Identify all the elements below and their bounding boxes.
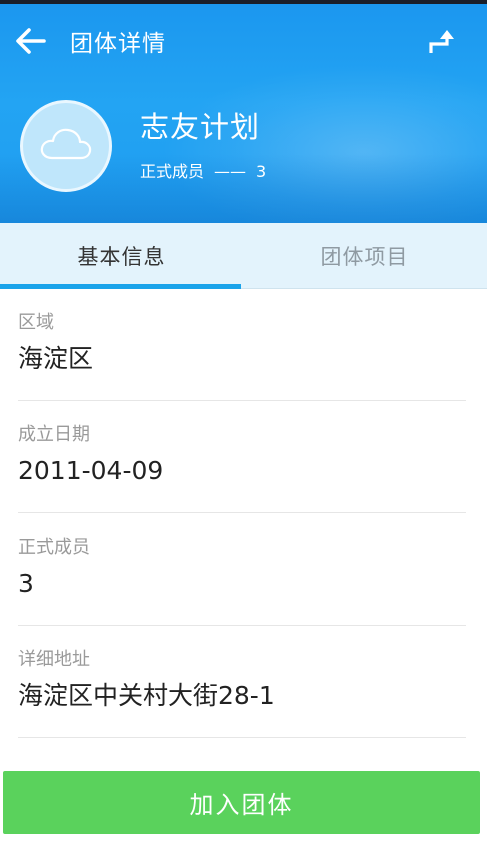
info-label: 详细地址 bbox=[18, 649, 90, 670]
group-header: 团体详情 志友计划 正式成员 —— 3 bbox=[0, 4, 487, 223]
back-button[interactable] bbox=[8, 24, 52, 62]
info-row-region: 区域 海淀区 bbox=[18, 289, 466, 401]
info-value: 海淀区中关村大街28-1 bbox=[18, 681, 275, 710]
member-summary-count: 3 bbox=[256, 162, 267, 181]
join-group-button[interactable]: 加入团体 bbox=[3, 771, 480, 834]
info-value: 海淀区 bbox=[18, 344, 94, 373]
info-value: 3 bbox=[18, 569, 34, 598]
group-name: 志友计划 bbox=[140, 110, 261, 144]
share-arrow-icon bbox=[427, 27, 457, 61]
tab-basic-info[interactable]: 基本信息 bbox=[0, 223, 243, 289]
group-avatar bbox=[20, 100, 112, 192]
member-summary-label: 正式成员 bbox=[140, 162, 205, 181]
page-title: 团体详情 bbox=[70, 31, 166, 57]
member-summary-separator: —— bbox=[214, 162, 247, 181]
info-label: 正式成员 bbox=[18, 537, 90, 558]
info-label: 成立日期 bbox=[18, 424, 90, 445]
arrow-left-icon bbox=[14, 27, 46, 59]
tab-bar: 基本信息 团体项目 bbox=[0, 223, 487, 289]
info-row-members: 正式成员 3 bbox=[18, 514, 466, 626]
info-label: 区域 bbox=[18, 312, 54, 333]
info-row-founded-date: 成立日期 2011-04-09 bbox=[18, 401, 466, 513]
info-value: 2011-04-09 bbox=[18, 456, 164, 485]
share-button[interactable] bbox=[418, 24, 466, 64]
member-summary: 正式成员 —— 3 bbox=[140, 160, 266, 184]
info-row-address: 详细地址 海淀区中关村大街28-1 bbox=[18, 626, 466, 738]
cloud-icon bbox=[38, 124, 94, 168]
tab-group-projects[interactable]: 团体项目 bbox=[243, 223, 486, 289]
